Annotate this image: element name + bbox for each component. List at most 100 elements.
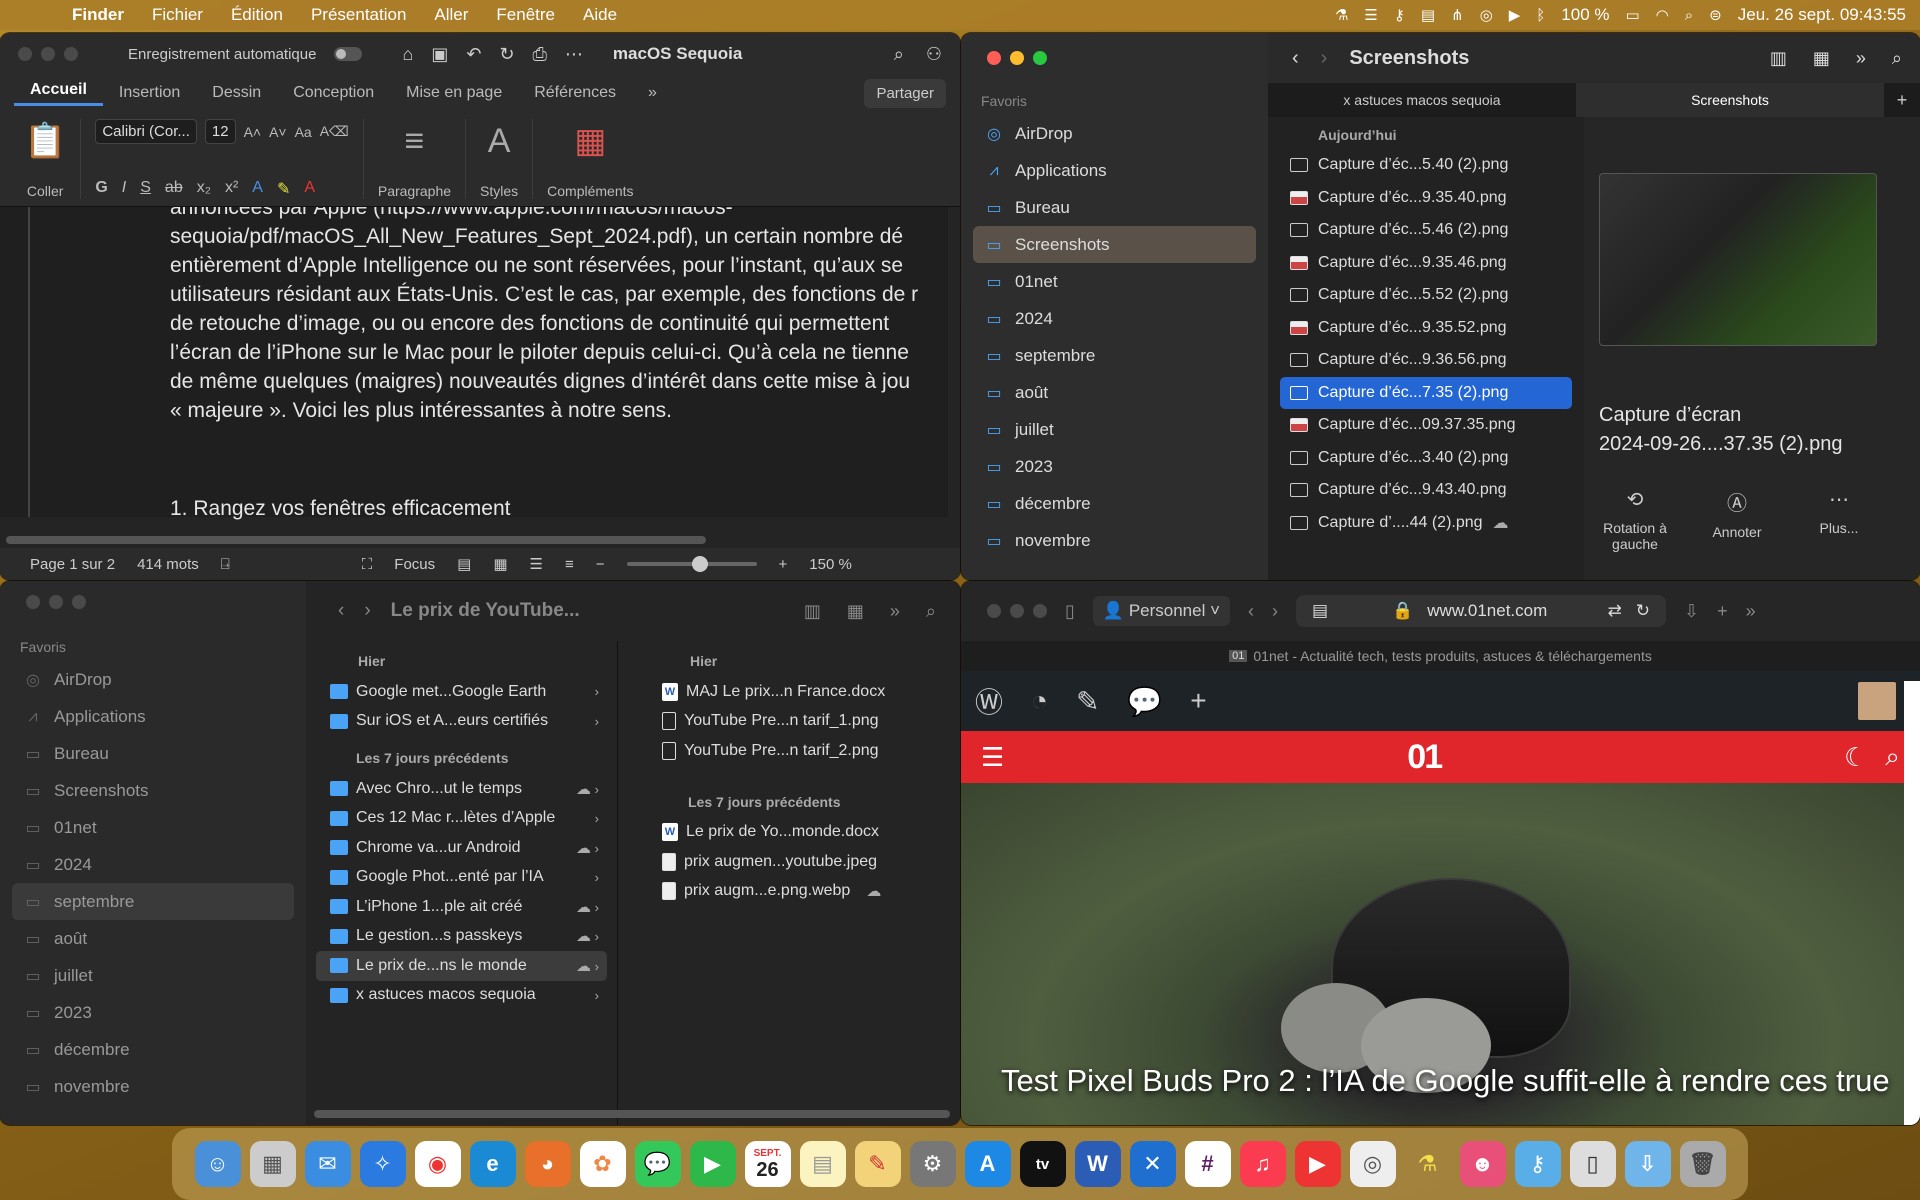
url-field[interactable]: ▤ 🔒 www.01net.com ⇄ ↻	[1296, 595, 1667, 627]
list-item[interactable]: W Le prix de Yo...monde.docx	[638, 818, 952, 848]
notes-icon[interactable]: ▤	[799, 1141, 846, 1187]
bluetooth-icon[interactable]: ᛒ	[1536, 7, 1545, 24]
customize-brush-icon[interactable]: ✎	[1076, 685, 1099, 718]
sidebar-toggle-icon[interactable]: ▯	[1065, 601, 1075, 622]
list-item[interactable]: L’iPhone 1...ple ait créé ☁ ›	[306, 892, 617, 922]
flask-app-icon[interactable]: ⚗	[1405, 1141, 1451, 1187]
forward-icon[interactable]: ›	[1321, 47, 1328, 70]
web-layout-icon[interactable]: ▦	[493, 555, 507, 573]
avatar[interactable]	[1858, 682, 1896, 720]
font-color-icon[interactable]: A	[304, 179, 315, 199]
sidebar-item-septembre[interactable]: ▭ septembre	[12, 883, 294, 920]
sidebar-item-bureau[interactable]: ▭ Bureau	[961, 189, 1268, 226]
comments-icon[interactable]: 💬	[1127, 685, 1162, 718]
sidebar-item-screenshots[interactable]: ▭ Screenshots	[973, 226, 1256, 263]
network-icon[interactable]: ⋔	[1451, 6, 1464, 24]
search-icon[interactable]: ⌕	[926, 601, 936, 622]
tab-references[interactable]: Références	[518, 84, 632, 102]
page-menu-icon[interactable]: ▤	[1312, 601, 1328, 621]
font-name-select[interactable]: Calibri (Cor...	[95, 119, 197, 144]
text-effects-icon[interactable]: A	[252, 179, 263, 199]
undo-icon[interactable]: ↶	[466, 44, 481, 65]
list-item[interactable]: Capture d’éc...9.35.52.png	[1268, 312, 1584, 345]
rotate-left-button[interactable]: ⟲ Rotation à gauche	[1599, 487, 1671, 552]
system-settings-icon[interactable]: ⚙	[909, 1141, 956, 1187]
sidebar-item-novembre[interactable]: ▭ novembre	[0, 1068, 306, 1105]
menu-edition[interactable]: Édition	[217, 5, 297, 25]
clipboard-icon[interactable]: ▤	[1421, 6, 1435, 24]
sidebar-item-bureau[interactable]: ▭ Bureau	[0, 735, 306, 772]
firefox-icon[interactable]: ◕	[524, 1141, 571, 1187]
list-item[interactable]: W MAJ Le prix...n France.docx	[638, 677, 952, 707]
trash-icon[interactable]: 🗑	[1679, 1141, 1726, 1187]
shrink-font-icon[interactable]: A˅	[269, 124, 287, 140]
sidebar-item-01net[interactable]: ▭ 01net	[0, 809, 306, 846]
zoom-button[interactable]	[1033, 604, 1047, 618]
menu-aide[interactable]: Aide	[569, 5, 631, 25]
wordpress-icon[interactable]: Ⓦ	[975, 681, 1003, 721]
article-hero[interactable]: Test Pixel Buds Pro 2 : l’IA de Google s…	[961, 783, 1905, 1125]
tab-accueil[interactable]: Accueil	[14, 81, 103, 106]
menu-fenetre[interactable]: Fenêtre	[482, 5, 569, 25]
hamburger-menu-icon[interactable]: ☰	[981, 742, 1004, 773]
search-icon[interactable]: ⌕	[1885, 741, 1900, 773]
search-icon[interactable]: ⌕	[1685, 7, 1693, 24]
list-item[interactable]: Capture d’éc...9.35.46.png	[1268, 247, 1584, 280]
bold-icon[interactable]: G	[95, 179, 107, 199]
list-item[interactable]: Capture d’....44 (2).png ☁	[1268, 507, 1584, 540]
sidebar-item-airdrop[interactable]: ◎ AirDrop	[0, 661, 306, 698]
play-icon[interactable]: ▶	[1509, 6, 1521, 24]
sidebar-item-screenshots[interactable]: ▭ Screenshots	[0, 772, 306, 809]
list-item[interactable]: Ces 12 Mac r...lètes d’Apple ›	[306, 804, 617, 834]
tab-conception[interactable]: Conception	[277, 84, 390, 102]
list-item[interactable]: Chrome va...ur Android ☁ ›	[306, 833, 617, 863]
clear-format-icon[interactable]: A⌫	[320, 123, 349, 140]
highlight-icon[interactable]: ✎	[277, 179, 290, 199]
view-columns-icon[interactable]: ▥	[804, 601, 821, 622]
list-item[interactable]: Capture d’éc...3.40 (2).png	[1268, 442, 1584, 475]
proofing-icon[interactable]: ⍈	[221, 556, 230, 573]
menu-clock[interactable]: Jeu. 26 sept. 09:43:55	[1738, 5, 1906, 25]
tab-astuces[interactable]: x astuces macos sequoia	[1268, 83, 1576, 117]
outline-icon[interactable]: ☰	[530, 555, 543, 573]
zoom-button[interactable]	[1033, 51, 1047, 65]
app-store-icon[interactable]: A	[964, 1141, 1011, 1187]
close-button[interactable]	[987, 604, 1001, 618]
iphone-mirroring-icon[interactable]: ▯	[1569, 1141, 1616, 1187]
zoom-level[interactable]: 150 %	[809, 556, 852, 573]
control-center-icon[interactable]: ⊜	[1709, 6, 1722, 24]
chrome-icon[interactable]: ◉	[414, 1141, 461, 1187]
paragraph-group[interactable]: ≡ Paragraphe	[364, 119, 467, 199]
zoom-out-icon[interactable]: −	[596, 556, 605, 573]
site-logo[interactable]: 01	[1407, 738, 1443, 777]
word-count[interactable]: 414 mots	[137, 556, 199, 573]
translate-icon[interactable]: ⇄	[1608, 601, 1622, 621]
list-item[interactable]: Capture d’éc...5.40 (2).png	[1268, 149, 1584, 182]
close-button[interactable]	[987, 51, 1001, 65]
toggles-icon[interactable]: ☰	[1364, 6, 1377, 24]
list-item[interactable]: prix augmen...youtube.jpeg	[638, 847, 952, 877]
sidebar-item-applications[interactable]: ⩘ Applications	[961, 152, 1268, 189]
page-count[interactable]: Page 1 sur 2	[30, 556, 115, 573]
horizontal-scrollbar[interactable]	[314, 1110, 950, 1118]
new-tab-icon[interactable]: +	[1884, 83, 1920, 117]
tab-overview-icon[interactable]: »	[1746, 601, 1756, 622]
wifi-icon[interactable]: ◠	[1656, 6, 1669, 24]
forward-icon[interactable]: ›	[364, 600, 370, 622]
add-new-icon[interactable]: +	[1190, 685, 1206, 717]
tab-dessin[interactable]: Dessin	[196, 84, 277, 102]
zoom-button[interactable]	[64, 47, 78, 61]
share-people-icon[interactable]: ⚇	[926, 44, 942, 65]
document-canvas[interactable]: annoncées par Apple (https://www.apple.c…	[0, 207, 948, 520]
sidebar-item-juillet[interactable]: ▭ juillet	[961, 411, 1268, 448]
list-item[interactable]: Google met...Google Earth ›	[306, 677, 617, 707]
robot-app-icon[interactable]: ☻	[1459, 1141, 1506, 1187]
share-button[interactable]: Partager	[864, 78, 946, 108]
sidebar-item-01net[interactable]: ▭ 01net	[961, 263, 1268, 300]
calendar-icon[interactable]: SEPT. 26	[744, 1141, 791, 1187]
print-layout-icon[interactable]: ▤	[457, 555, 471, 573]
list-item[interactable]: Le gestion...s passkeys ☁ ›	[306, 922, 617, 952]
underline-icon[interactable]: S	[140, 179, 151, 199]
minimize-button[interactable]	[1010, 604, 1024, 618]
preview-thumbnail[interactable]	[1599, 173, 1877, 346]
